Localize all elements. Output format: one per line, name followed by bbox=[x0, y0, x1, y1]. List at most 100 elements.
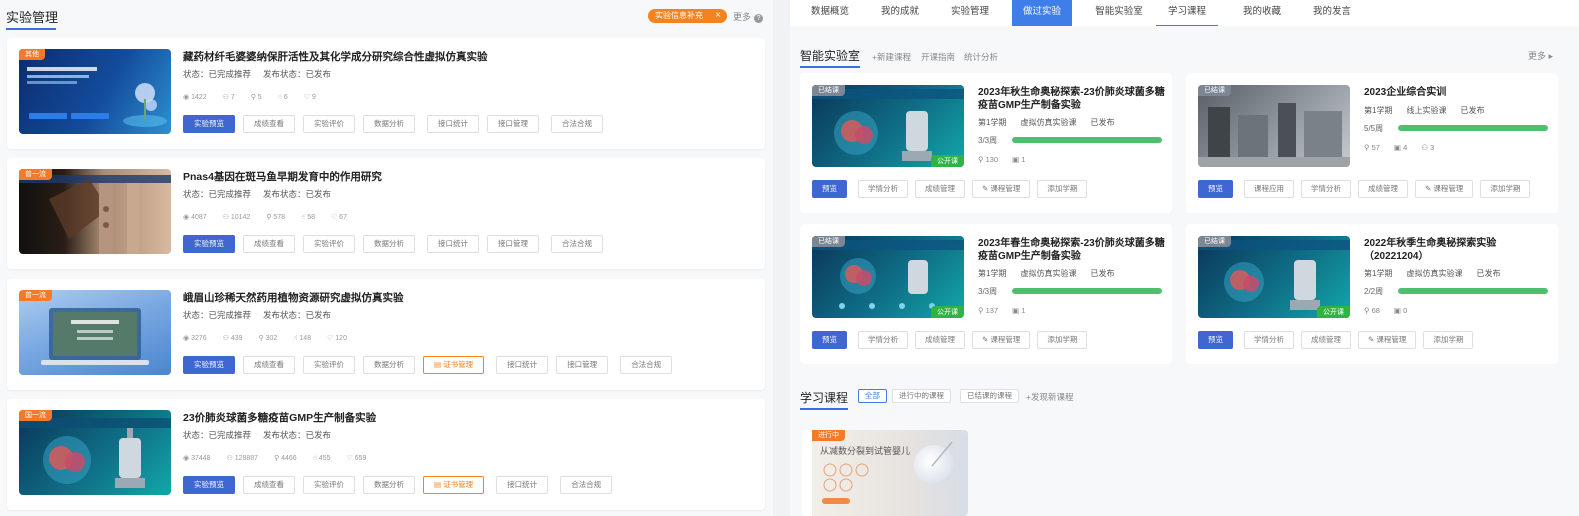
tab-my-posts[interactable]: 我的发言 bbox=[1304, 0, 1360, 26]
evaluate-button[interactable]: 实验评价 bbox=[303, 476, 355, 494]
course-apply-button[interactable]: 课程应用 bbox=[1244, 180, 1294, 198]
preview-button[interactable]: 实验预览 bbox=[183, 476, 235, 494]
status-text: 状态：已完成推荐 bbox=[183, 69, 252, 79]
filter-in-progress[interactable]: 进行中的课程 bbox=[892, 389, 951, 403]
compliance-button[interactable]: 合法合规 bbox=[551, 115, 603, 133]
experiment-title[interactable]: 23价肺炎球菌多糖疫苗GMP生产制备实验 bbox=[183, 410, 376, 425]
lab-more-link[interactable]: 更多 ▸ bbox=[1528, 49, 1553, 62]
analysis-button[interactable]: 数据分析 bbox=[363, 476, 415, 494]
preview-button[interactable]: 预览 bbox=[1198, 331, 1233, 349]
compliance-button[interactable]: 合法合规 bbox=[620, 356, 673, 374]
more-link[interactable]: 更多? bbox=[733, 10, 764, 23]
certificate-button[interactable]: ▤ 证书管理 bbox=[423, 356, 485, 374]
course-title[interactable]: 2023年秋生命奥秘探索-23价肺炎球菌多糖疫苗GMP生产制备实验 bbox=[978, 86, 1166, 112]
experiment-title[interactable]: Pnas4基因在斑马鱼早期发育中的作用研究 bbox=[183, 169, 382, 184]
course-thumbnail[interactable]: 已结课 bbox=[1198, 85, 1350, 167]
grades-button[interactable]: 成绩查看 bbox=[243, 115, 295, 133]
api-manage-button[interactable]: 接口管理 bbox=[556, 356, 609, 374]
experiment-actions: 实验预览 成绩查看 实验评价 数据分析 ▤ 证书管理 接口统计 合法合规 bbox=[183, 476, 620, 494]
learning-course-card[interactable]: 进行中 从减数分裂到试管婴儿 bbox=[802, 430, 968, 516]
tab-achievements[interactable]: 我的成就 bbox=[872, 0, 928, 26]
course-thumbnail[interactable]: 已结课 公开课 bbox=[812, 236, 964, 318]
api-stats-button[interactable]: 接口统计 bbox=[427, 235, 479, 253]
course-title[interactable]: 2023企业综合实训 bbox=[1364, 86, 1552, 99]
statistics-link[interactable]: 统计分析 bbox=[964, 51, 998, 63]
evaluate-button[interactable]: 实验评价 bbox=[303, 235, 355, 253]
filter-all[interactable]: 全部 bbox=[858, 389, 887, 403]
preview-button[interactable]: 预览 bbox=[812, 180, 847, 198]
course-progress-bar bbox=[1398, 125, 1548, 131]
guide-link[interactable]: 开课指南 bbox=[921, 51, 955, 63]
grade-management-button[interactable]: 成绩管理 bbox=[1358, 180, 1408, 198]
add-semester-button[interactable]: 添加学期 bbox=[1480, 180, 1531, 198]
api-manage-button[interactable]: 接口管理 bbox=[487, 235, 539, 253]
certificate-label: 证书管理 bbox=[443, 360, 474, 369]
preview-button[interactable]: 预览 bbox=[1198, 180, 1233, 198]
preview-button[interactable]: 预览 bbox=[812, 331, 847, 349]
section-title: 实验管理 bbox=[6, 7, 58, 30]
learning-analysis-button[interactable]: 学情分析 bbox=[858, 180, 908, 198]
tab-experiment-management[interactable]: 实验管理 bbox=[942, 0, 998, 26]
chevron-right-icon: ▸ bbox=[1548, 51, 1554, 61]
experiment-title[interactable]: 藏药材纤毛婆婆纳保肝活性及其化学成分研究综合性虚拟仿真实验 bbox=[183, 49, 488, 64]
new-course-link[interactable]: +新建课程 bbox=[872, 51, 911, 63]
tab-favorites[interactable]: 我的收藏 bbox=[1234, 0, 1290, 26]
api-manage-button[interactable]: 接口管理 bbox=[487, 115, 539, 133]
semester: 第1学期 bbox=[1364, 106, 1393, 115]
experiment-thumbnail[interactable]: 曾一流 bbox=[19, 169, 171, 254]
learning-analysis-button[interactable]: 学情分析 bbox=[1244, 331, 1294, 349]
certificate-button[interactable]: ▤ 证书管理 bbox=[423, 476, 485, 494]
tab-done-experiments[interactable]: 做过实验 bbox=[1012, 0, 1072, 26]
evaluate-button[interactable]: 实验评价 bbox=[303, 356, 355, 374]
grades-button[interactable]: 成绩查看 bbox=[243, 235, 295, 253]
tab-overview[interactable]: 数据概览 bbox=[802, 0, 858, 26]
analysis-button[interactable]: 数据分析 bbox=[363, 356, 415, 374]
course-type: 虚拟仿真实验课 bbox=[1020, 269, 1077, 278]
course-manage-button[interactable]: ✎ 课程管理 bbox=[972, 331, 1031, 349]
experiment-title[interactable]: 峨眉山珍稀天然药用植物资源研究虚拟仿真实验 bbox=[183, 290, 404, 305]
add-semester-button[interactable]: 添加学期 bbox=[1423, 331, 1474, 349]
course-manage-button[interactable]: ✎ 课程管理 bbox=[972, 180, 1031, 198]
analysis-button[interactable]: 数据分析 bbox=[363, 235, 415, 253]
learning-analysis-button[interactable]: 学情分析 bbox=[1301, 180, 1351, 198]
experiment-tag: 国一流 bbox=[19, 410, 52, 421]
experiment-thumbnail[interactable]: 其他 bbox=[19, 49, 171, 134]
grade-management-button[interactable]: 成绩管理 bbox=[915, 180, 965, 198]
course-title[interactable]: 2022年秋季生命奥秘探索实验（20221204） bbox=[1364, 237, 1552, 263]
course-thumbnail[interactable]: 已结课 公开课 bbox=[1198, 236, 1350, 318]
course-type: 虚拟仿真实验课 bbox=[1020, 118, 1077, 127]
likes-stat: ☝ 58 bbox=[300, 214, 315, 221]
compliance-button[interactable]: 合法合规 bbox=[551, 235, 603, 253]
course-thumbnail[interactable]: 已结课 公开课 bbox=[812, 85, 964, 167]
learning-analysis-button[interactable]: 学情分析 bbox=[858, 331, 908, 349]
course-manage-button[interactable]: ✎ 课程管理 bbox=[1415, 180, 1474, 198]
course-manage-button[interactable]: ✎ 课程管理 bbox=[1358, 331, 1417, 349]
tab-smart-lab[interactable]: 智能实验室 bbox=[1086, 0, 1152, 26]
add-semester-button[interactable]: 添加学期 bbox=[1037, 331, 1088, 349]
preview-button[interactable]: 实验预览 bbox=[183, 115, 235, 133]
semester: 第1学期 bbox=[978, 118, 1007, 127]
grades-button[interactable]: 成绩查看 bbox=[243, 476, 295, 494]
close-icon[interactable]: × bbox=[715, 9, 721, 23]
add-semester-button[interactable]: 添加学期 bbox=[1037, 180, 1088, 198]
tab-learning-courses[interactable]: 学习课程 bbox=[1156, 0, 1218, 26]
certificate-icon: ▤ bbox=[434, 480, 442, 489]
preview-button[interactable]: 实验预览 bbox=[183, 235, 235, 253]
preview-button[interactable]: 实验预览 bbox=[183, 356, 235, 374]
compliance-button[interactable]: 合法合规 bbox=[560, 476, 613, 494]
discover-course-link[interactable]: +发现新课程 bbox=[1026, 391, 1073, 403]
filter-finished[interactable]: 已结课的课程 bbox=[960, 389, 1019, 403]
classes-stat: ▣ 1 bbox=[1012, 155, 1026, 164]
api-stats-button[interactable]: 接口统计 bbox=[496, 356, 549, 374]
evaluate-button[interactable]: 实验评价 bbox=[303, 115, 355, 133]
api-stats-button[interactable]: 接口统计 bbox=[496, 476, 549, 494]
grade-management-button[interactable]: 成绩管理 bbox=[915, 331, 965, 349]
api-stats-button[interactable]: 接口统计 bbox=[427, 115, 479, 133]
experiment-thumbnail[interactable]: 国一流 bbox=[19, 410, 171, 495]
analysis-button[interactable]: 数据分析 bbox=[363, 115, 415, 133]
course-title[interactable]: 2023年春生命奥秘探索-23价肺炎球菌多糖疫苗GMP生产制备实验 bbox=[978, 237, 1166, 263]
grades-button[interactable]: 成绩查看 bbox=[243, 356, 295, 374]
notice-badge[interactable]: 实验信息补充 × bbox=[648, 9, 727, 23]
grade-management-button[interactable]: 成绩管理 bbox=[1301, 331, 1351, 349]
experiment-thumbnail[interactable]: 曾一流 bbox=[19, 290, 171, 375]
